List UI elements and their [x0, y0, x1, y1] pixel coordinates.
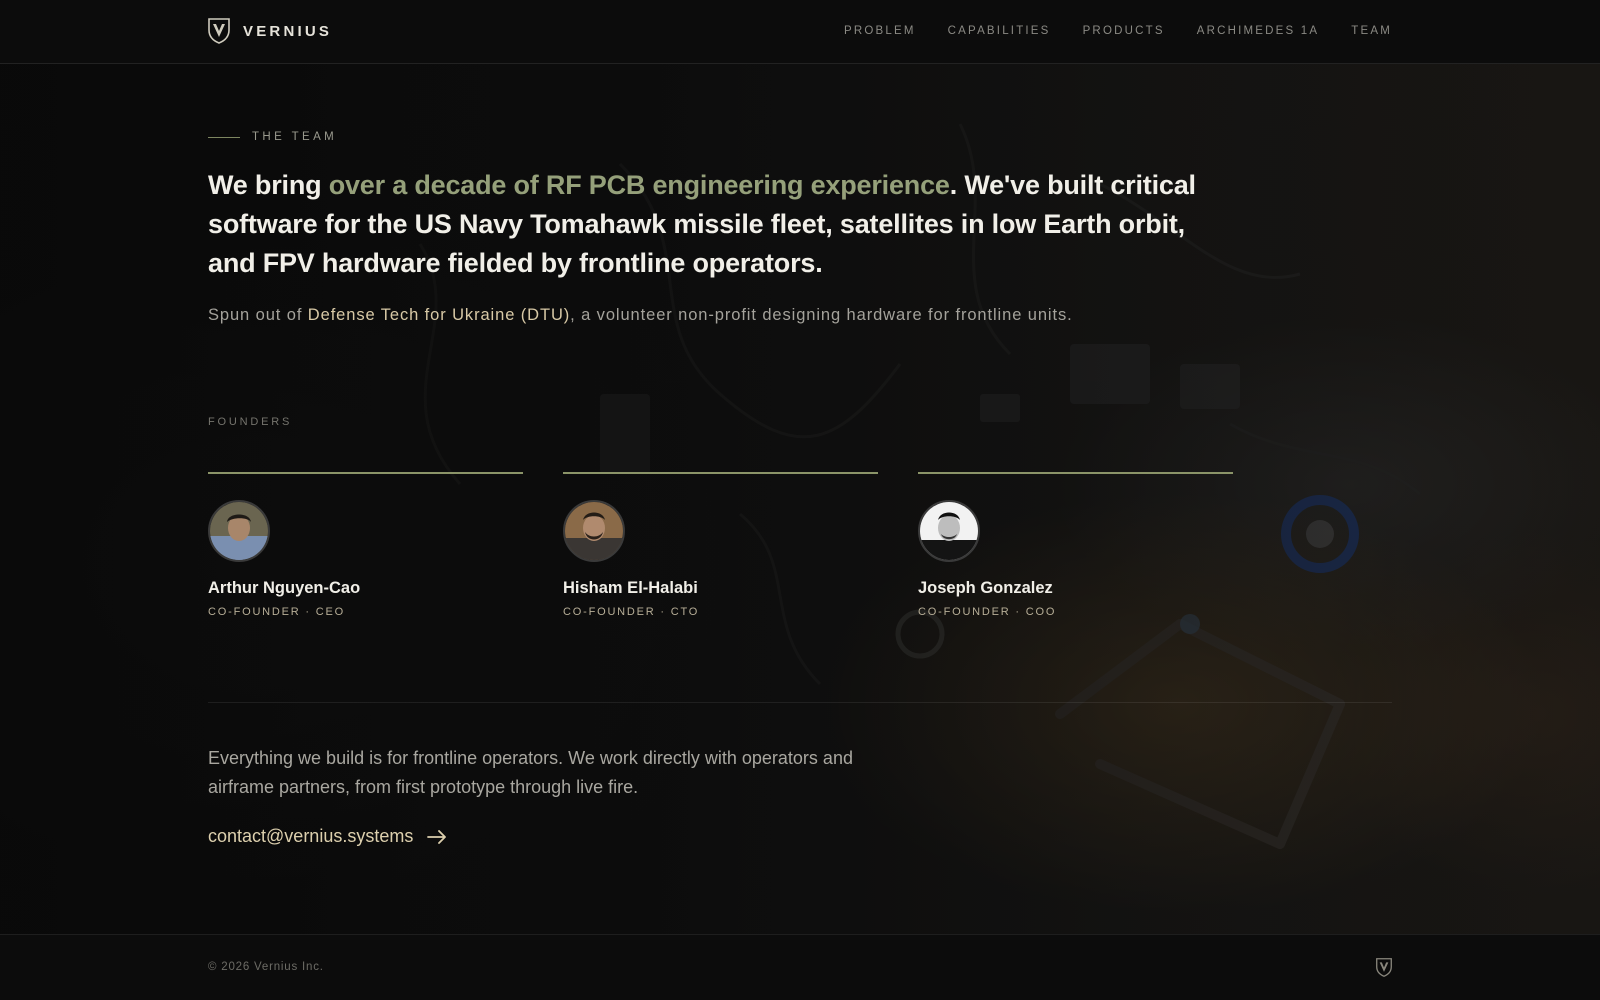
subtitle-rest: , a volunteer non-profit designing hardw…: [570, 306, 1073, 324]
contact-email: contact@vernius.systems: [208, 826, 414, 846]
founder-rule: [208, 472, 523, 474]
founder-rule: [918, 472, 1233, 474]
founders-label: FOUNDERS: [208, 416, 293, 428]
brand-name: VERNIUS: [243, 22, 333, 40]
founder-card: Joseph Gonzalez CO-FOUNDER · COO: [918, 472, 1233, 618]
copyright: © 2026 Vernius Inc.: [208, 961, 324, 973]
nav-capabilities[interactable]: CAPABILITIES: [948, 25, 1051, 37]
founder-name: Joseph Gonzalez: [918, 579, 1053, 597]
contact-email-link[interactable]: contact@vernius.systems: [208, 826, 447, 847]
subtitle-org: Defense Tech for Ukraine (DTU): [307, 306, 571, 324]
founder-name: Arthur Nguyen-Cao: [208, 579, 361, 597]
nav-problem[interactable]: PROBLEM: [844, 25, 916, 37]
nav-archimedes-1a[interactable]: ARCHIMEDES 1A: [1197, 25, 1320, 37]
section-eyebrow: THE TEAM: [208, 131, 337, 143]
avatar: [208, 500, 270, 562]
founder-role: CO-FOUNDER · COO: [918, 606, 1057, 618]
vernius-logo-icon: [208, 18, 230, 44]
avatar: [563, 500, 625, 562]
headline-lead: We bring: [208, 170, 329, 200]
eyebrow-line: [208, 136, 240, 138]
subtitle-lead: Spun out of: [208, 306, 308, 324]
headline-highlight: over a decade of RF PCB engineering expe…: [328, 170, 950, 200]
team-subtitle: Spun out of Defense Tech for Ukraine (DT…: [208, 302, 1108, 328]
brand[interactable]: VERNIUS: [208, 18, 332, 44]
nav-products[interactable]: PRODUCTS: [1083, 25, 1165, 37]
founder-role: CO-FOUNDER · CEO: [208, 606, 345, 618]
founder-card: Hisham El-Halabi CO-FOUNDER · CTO: [563, 472, 878, 618]
site-header: VERNIUS PROBLEM CAPABILITIES PRODUCTS AR…: [0, 0, 1600, 64]
nav-team[interactable]: TEAM: [1351, 25, 1392, 37]
team-headline: We bring over a decade of RF PCB enginee…: [208, 166, 1218, 283]
avatar: [918, 500, 980, 562]
arrow-right-icon: [427, 829, 447, 844]
main-nav: PROBLEM CAPABILITIES PRODUCTS ARCHIMEDES…: [844, 25, 1392, 37]
founder-name: Hisham El-Halabi: [563, 579, 698, 597]
closing-statement: Everything we build is for frontline ope…: [208, 748, 853, 797]
eyebrow-text: THE TEAM: [252, 131, 338, 143]
founder-card: Arthur Nguyen-Cao CO-FOUNDER · CEO: [208, 472, 523, 618]
vernius-logo-icon[interactable]: [1376, 958, 1392, 977]
founder-role: CO-FOUNDER · CTO: [563, 606, 700, 618]
site-footer: © 2026 Vernius Inc.: [0, 934, 1600, 1000]
section-divider: [208, 702, 1392, 703]
founder-rule: [563, 472, 878, 474]
